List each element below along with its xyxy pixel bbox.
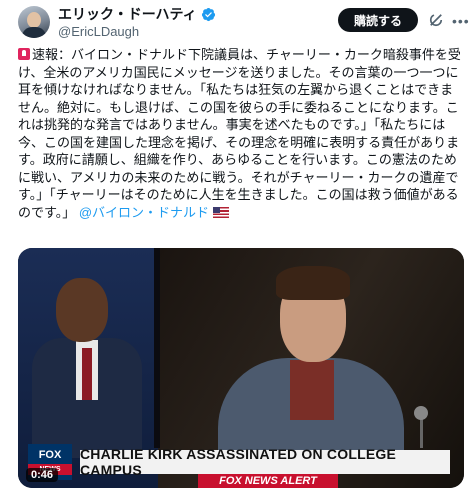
us-flag-icon [213,206,230,218]
headline-banner: CHARLIE KIRK ASSASSINATED ON COLLEGE CAM… [80,446,450,478]
microphone-stand [420,418,423,448]
subscribe-button[interactable]: 購読する [338,8,418,32]
more-icon[interactable]: ••• [452,12,470,30]
left-person-head [56,278,108,342]
author-name-row: エリック・ドーハティ [58,4,216,24]
right-person-hair [276,266,350,300]
tweet-text: 速報：バイロン・ドナルド下院議員は、チャーリー・カーク暗殺事件を受け、全米のアメ… [18,47,461,220]
verified-badge-icon [201,7,215,21]
siren-icon [18,48,30,60]
alert-banner: FOX NEWS ALERT [198,474,338,488]
mention-link[interactable]: @バイロン・ドナルド [79,205,209,220]
right-person-shirt [290,360,334,420]
tweet-header: エリック・ドーハティ @EricLDaugh 購読する ••• [0,0,476,46]
split-divider [154,248,160,448]
author-avatar[interactable] [18,6,50,38]
avatar-suit [22,27,46,38]
author-name[interactable]: エリック・ドーハティ [58,4,197,24]
avatar-face [27,12,41,28]
grok-icon[interactable] [427,11,445,29]
video-player[interactable]: FOXNEWS CHARLIE KIRK ASSASSINATED ON COL… [18,248,464,488]
microphone-icon [414,406,428,420]
video-duration: 0:46 [26,468,59,482]
left-person-tie [82,348,92,400]
author-handle[interactable]: @EricLDaugh [58,24,139,39]
tweet-text-block: 速報：バイロン・ドナルド下院議員は、チャーリー・カーク暗殺事件を受け、全米のアメ… [18,46,464,221]
network-name: FOX [38,449,62,461]
